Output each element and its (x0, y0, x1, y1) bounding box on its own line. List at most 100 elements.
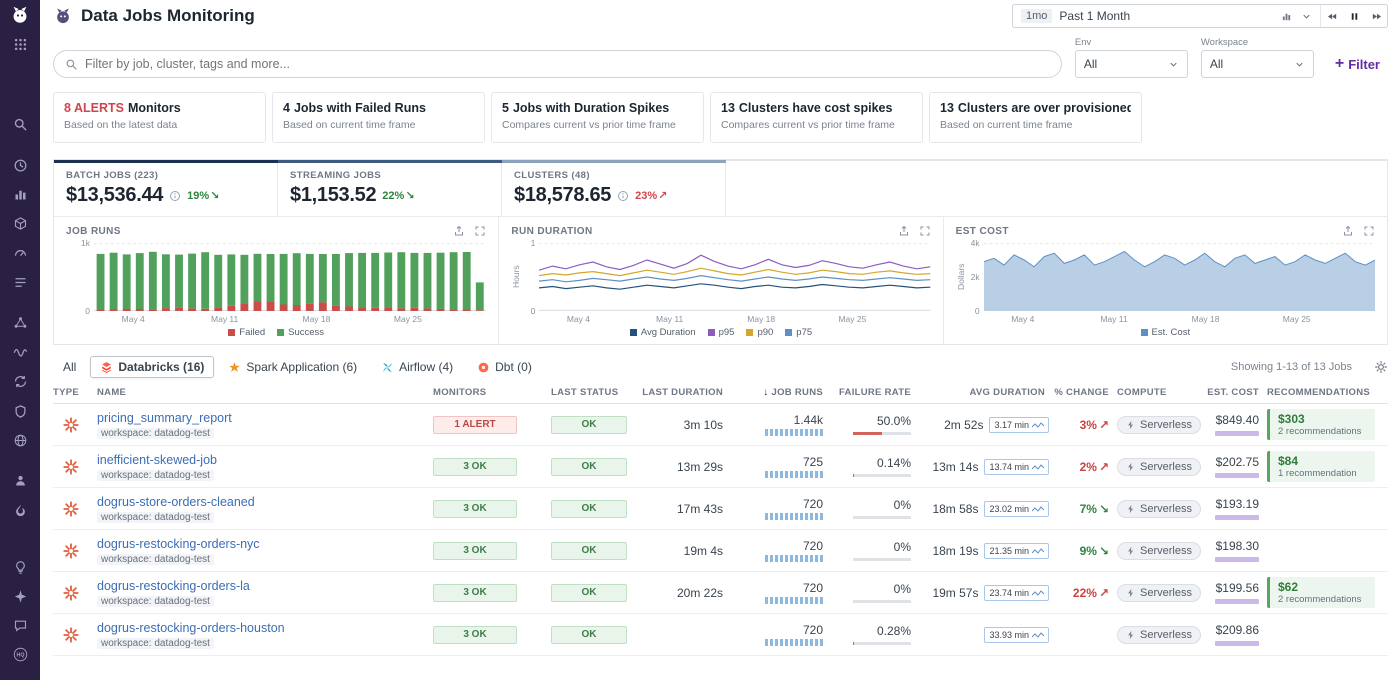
column-header-est-cost[interactable]: EST. COST (1199, 387, 1267, 398)
apm-icon[interactable] (0, 238, 40, 267)
legend-item-p90[interactable]: p90 (746, 327, 773, 338)
alert-card-monitors[interactable]: 8 ALERTSMonitors Based on the latest dat… (53, 92, 266, 143)
dashboards-icon[interactable] (0, 180, 40, 209)
job-name-link[interactable]: pricing_summary_report (97, 411, 232, 425)
table-row[interactable]: inefficient-skewed-job workspace: datado… (53, 446, 1388, 488)
table-settings-gear-icon[interactable] (1374, 360, 1388, 374)
monitors-badge[interactable]: 1 ALERT (433, 416, 517, 434)
infrastructure-icon[interactable] (0, 209, 40, 238)
monitors-badge[interactable]: 3 OK (433, 584, 517, 602)
column-header-type[interactable]: TYPE (53, 387, 97, 398)
expand-chart-icon[interactable] (474, 225, 486, 237)
table-row[interactable]: dogrus-restocking-orders-houston workspa… (53, 614, 1388, 656)
column-header-compute[interactable]: COMPUTE (1117, 387, 1199, 398)
tab-all[interactable]: All (53, 356, 86, 378)
recommendation-card[interactable]: $622 recommendations (1267, 577, 1375, 608)
env-select[interactable]: All (1075, 50, 1188, 78)
column-header-failure-rate[interactable]: FAILURE RATE (831, 387, 919, 398)
tab-databricks-16[interactable]: Databricks (16) (90, 356, 214, 378)
column-header-recommendations[interactable]: RECOMMENDATIONS (1267, 387, 1388, 398)
rum-icon[interactable] (0, 466, 40, 495)
recommendation-card[interactable]: $3032 recommendations (1267, 409, 1375, 440)
compute-badge: Serverless (1117, 542, 1201, 560)
job-name-link[interactable]: dogrus-restocking-orders-la (97, 579, 250, 593)
tab-airflow-4[interactable]: Airflow (4) (371, 356, 463, 378)
column-header-name[interactable]: NAME (97, 387, 433, 398)
monitors-badge[interactable]: 3 OK (433, 458, 517, 476)
info-icon[interactable] (617, 190, 629, 202)
metrics-icon[interactable] (0, 337, 40, 366)
pause-button[interactable] (1343, 5, 1365, 27)
column-header-monitors[interactable]: MONITORS (433, 387, 551, 398)
table-row[interactable]: pricing_summary_report workspace: datado… (53, 404, 1388, 446)
legend-item-p95[interactable]: p95 (708, 327, 735, 338)
job-name-link[interactable]: dogrus-store-orders-cleaned (97, 495, 255, 509)
bits-ai-icon[interactable] (0, 582, 40, 611)
recommendation-label: 1 recommendation (1278, 468, 1367, 479)
watchdog-ai-icon[interactable] (0, 553, 40, 582)
search-icon[interactable] (0, 110, 40, 139)
job-runs-plot[interactable]: 1k0 (94, 243, 486, 311)
table-row[interactable]: dogrus-restocking-orders-la workspace: d… (53, 572, 1388, 614)
network-icon[interactable] (0, 308, 40, 337)
showing-count: Showing 1-13 of 13 Jobs (1231, 361, 1352, 373)
monitors-badge[interactable]: 3 OK (433, 542, 517, 560)
column-header-job-runs[interactable]: ↓JOB RUNS (731, 387, 831, 398)
job-name-link[interactable]: dogrus-restocking-orders-houston (97, 621, 285, 635)
export-chart-icon[interactable] (1342, 225, 1354, 237)
alert-card-jobs-with-failed-runs[interactable]: 4Jobs with Failed Runs Based on current … (272, 92, 485, 143)
y-axis-tick: 0 (531, 307, 536, 316)
expand-chart-icon[interactable] (919, 225, 931, 237)
job-runs-chart: JOB RUNS 1k0 May 4May 11May 18May 25 Fai… (54, 217, 498, 344)
add-filter-button[interactable]: + Filter (1327, 50, 1388, 78)
column-header-last-duration[interactable]: LAST DURATION (635, 387, 731, 398)
alert-card-clusters-are-over-provisioned[interactable]: 13Clusters are over provisioned Based on… (929, 92, 1142, 143)
table-row[interactable]: dogrus-store-orders-cleaned workspace: d… (53, 488, 1388, 530)
run-duration-plot[interactable]: 10 (539, 243, 930, 311)
column-header-change[interactable]: % CHANGE (1053, 387, 1117, 398)
tab-dbt-0[interactable]: Dbt (0) (467, 356, 542, 378)
profiling-icon[interactable] (0, 496, 40, 525)
legend-item-est-cost[interactable]: Est. Cost (1141, 327, 1191, 338)
column-header-last-status[interactable]: LAST STATUS (551, 387, 635, 398)
support-chat-icon[interactable] (0, 611, 40, 640)
datadog-logo-icon[interactable] (0, 0, 40, 30)
security-icon[interactable] (0, 397, 40, 426)
rewind-button[interactable] (1321, 5, 1343, 27)
job-name-link[interactable]: inefficient-skewed-job (97, 453, 217, 467)
legend-item-p75[interactable]: p75 (785, 327, 812, 338)
search-input[interactable] (85, 57, 1050, 71)
column-header-avg-duration[interactable]: AVG DURATION (919, 387, 1053, 398)
ci-pipelines-icon[interactable] (0, 367, 40, 396)
fast-forward-button[interactable] (1365, 5, 1387, 27)
table-row[interactable]: dogrus-restocking-orders-nyc workspace: … (53, 530, 1388, 572)
workspace-select[interactable]: All (1201, 50, 1314, 78)
logs-icon[interactable] (0, 268, 40, 297)
chart-title: EST COST (956, 226, 1009, 237)
apps-grid-icon[interactable] (0, 30, 40, 59)
timeline-graph-icon[interactable] (1276, 11, 1296, 22)
hq-icon[interactable]: HQ (0, 640, 40, 669)
alert-card-jobs-with-duration-spikes[interactable]: 5Jobs with Duration Spikes Compares curr… (491, 92, 704, 143)
synthetics-icon[interactable] (0, 426, 40, 455)
time-range-shortcut[interactable]: 1mo (1021, 9, 1052, 23)
legend-item-success[interactable]: Success (277, 327, 324, 338)
monitors-badge[interactable]: 3 OK (433, 626, 517, 644)
export-chart-icon[interactable] (898, 225, 910, 237)
alert-card-title: Clusters are over provisioned (958, 101, 1131, 115)
info-icon[interactable] (169, 190, 181, 202)
time-range-value[interactable]: Past 1 Month (1059, 9, 1130, 23)
tab-spark-application-6[interactable]: Spark Application (6) (218, 356, 367, 378)
est-cost-plot[interactable]: 4k2k0 (984, 243, 1375, 311)
legend-item-avg-duration[interactable]: Avg Duration (630, 327, 696, 338)
monitors-badge[interactable]: 3 OK (433, 500, 517, 518)
legend-item-failed[interactable]: Failed (228, 327, 265, 338)
job-name-link[interactable]: dogrus-restocking-orders-nyc (97, 537, 260, 551)
recommendation-card[interactable]: $841 recommendation (1267, 451, 1375, 482)
alert-card-clusters-have-cost-spikes[interactable]: 13Clusters have cost spikes Compares cur… (710, 92, 923, 143)
export-chart-icon[interactable] (453, 225, 465, 237)
watchdog-icon[interactable] (0, 151, 40, 180)
failure-rate-cell: 0.28% (831, 624, 919, 645)
expand-chart-icon[interactable] (1363, 225, 1375, 237)
chevron-down-icon[interactable] (1296, 11, 1316, 22)
